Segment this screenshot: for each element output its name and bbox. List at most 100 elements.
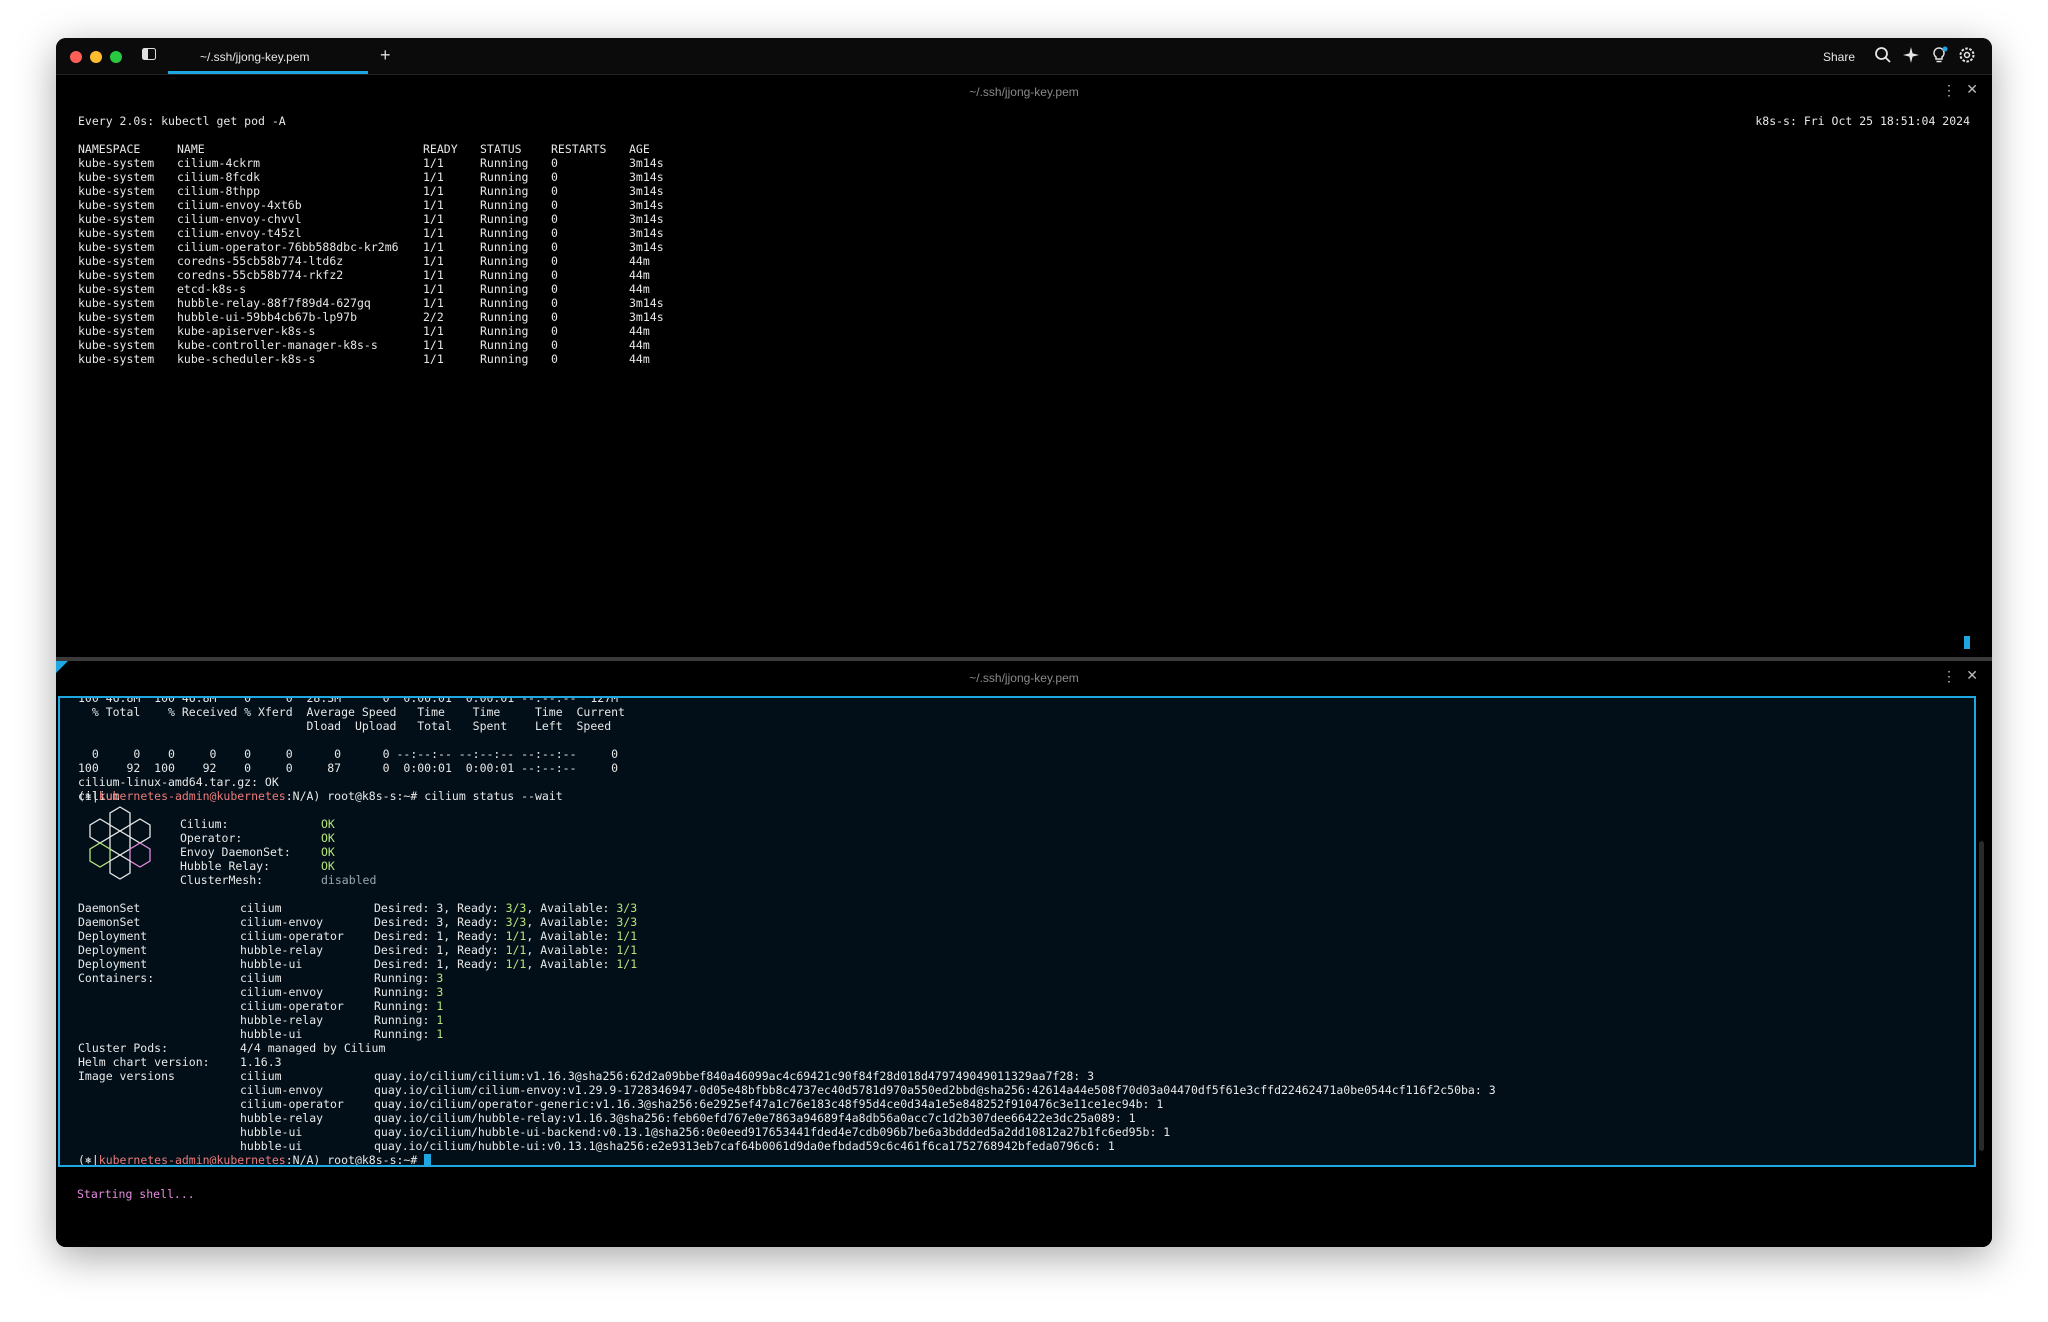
search-icon[interactable] [1874, 46, 1892, 64]
status-row: Operator: OK [180, 831, 376, 845]
new-tab-button[interactable]: + [380, 45, 391, 66]
lightbulb-icon[interactable] [1930, 46, 1948, 64]
pod-cell: 3m14s [629, 226, 664, 240]
image-name: cilium [240, 1069, 282, 1083]
workload-ready: 1/1 [505, 957, 527, 971]
curl-line: % Total % Received % Xferd Average Speed… [78, 705, 625, 719]
share-button[interactable]: Share [1823, 50, 1855, 64]
pod-row: kube-system cilium-8fcdk 1/1 Running 0 3m14s [78, 170, 689, 184]
image-name: hubble-ui [240, 1139, 303, 1153]
container-running-label: Running: [374, 971, 437, 985]
close-icon[interactable]: ✕ [1966, 81, 1978, 98]
command-output-block[interactable]: 100 46.8M 100 46.8M 0 0 28.3M 0 0:00:01 … [58, 696, 1976, 1167]
container-running-label: Running: [374, 1013, 437, 1027]
settings-icon[interactable] [1958, 46, 1976, 64]
minimize-window-button[interactable] [90, 51, 102, 63]
status-label: Operator: [180, 831, 243, 845]
active-tab-indicator [168, 71, 368, 74]
container-row: Containers: cilium Running: 3 [78, 971, 443, 985]
curl-line: 0 0 0 0 0 0 0 0 --:--:-- --:--:-- --:--:… [78, 747, 619, 761]
close-window-button[interactable] [70, 51, 82, 63]
pod-table: NAMESPACE NAME READY STATUS RESTARTS AGE… [78, 142, 689, 366]
workload-name: hubble-ui [240, 957, 303, 971]
pod-cell: Running [480, 198, 529, 212]
zoom-window-button[interactable] [110, 51, 122, 63]
pod-table-header: NAMESPACE NAME READY STATUS RESTARTS AGE [78, 142, 689, 156]
pod-cell: 0 [551, 268, 558, 282]
sparkle-icon[interactable] [1902, 46, 1920, 64]
final-prompt-line[interactable]: (⎈|kubernetes-admin@kubernetes:N/A) root… [78, 1153, 432, 1167]
text-cursor [424, 1154, 432, 1165]
status-label: Hubble Relay: [180, 859, 271, 873]
command-text: cilium status --wait [424, 789, 563, 803]
pod-cell: 44m [629, 324, 650, 338]
pod-cell: 0 [551, 338, 558, 352]
status-row: ClusterMesh: disabled [180, 873, 376, 887]
pod-cell: 3m14s [629, 184, 664, 198]
pod-cell: coredns-55cb58b774-rkfz2 [177, 268, 344, 282]
workload-ready-label: , Ready: [443, 929, 506, 943]
pod-cell: 44m [629, 268, 650, 282]
tab-ssh-key[interactable]: ~/.ssh/jjong-key.pem [168, 38, 368, 74]
helm-version-line: Helm chart version: 1.16.3 [78, 1055, 282, 1069]
image-row: hubble-ui quay.io/cilium/hubble-ui:v0.13.… [78, 1139, 1496, 1153]
sidebar-icon[interactable] [142, 48, 158, 62]
container-row: cilium-envoy Running: 3 [78, 985, 443, 999]
pod-cell: 44m [629, 338, 650, 352]
pod-cell: kube-system [78, 212, 155, 226]
workload-ready: 3/3 [505, 915, 527, 929]
scrollbar[interactable] [1979, 841, 1984, 1151]
prompt-suffix: :N/A) root@k8s-s:~# [285, 1153, 425, 1167]
workload-available-label: , Available: [526, 957, 617, 971]
pod-cell: Running [480, 240, 529, 254]
pod-row: kube-system cilium-operator-76bb588dbc-kr… [78, 240, 689, 254]
close-icon[interactable]: ✕ [1966, 667, 1978, 684]
workload-ready-label: , Ready: [443, 915, 506, 929]
pod-cell: kube-system [78, 268, 155, 282]
pod-cell: Running [480, 324, 529, 338]
pod-cell: Running [480, 254, 529, 268]
pod-cell: 1/1 [423, 268, 444, 282]
pod-cell: kube-apiserver-k8s-s [177, 324, 316, 338]
pod-cell: etcd-k8s-s [177, 282, 247, 296]
pod-cell: 3m14s [629, 310, 664, 324]
watch-header: Every 2.0s: kubectl get pod -A [78, 114, 286, 128]
status-value: OK [321, 831, 335, 845]
pod-cell: 0 [551, 226, 558, 240]
pod-cell: 2/2 [423, 310, 444, 324]
pod-cell: 44m [629, 352, 650, 366]
pod-cell: 1/1 [423, 226, 444, 240]
cilium-status-list: Cilium: OK Operator: OK Envoy DaemonSet: OK Hu… [180, 817, 376, 887]
workload-row: DaemonSet cilium Desired: 3, Ready: 3/3, A… [78, 901, 637, 915]
pod-row: kube-system cilium-envoy-4xt6b 1/1 Running 0… [78, 198, 689, 212]
pod-cell: cilium-8fcdk [177, 170, 261, 184]
pod-row: kube-system coredns-55cb58b774-rkfz2 1/1 Ru… [78, 268, 689, 282]
image-row: cilium-operator quay.io/cilium/operator-g… [78, 1097, 1496, 1111]
more-icon[interactable]: ⋮ [1942, 82, 1956, 99]
pod-cell: Running [480, 282, 529, 296]
status-row: Hubble Relay: OK [180, 859, 376, 873]
more-icon[interactable]: ⋮ [1942, 668, 1956, 685]
pod-row: kube-system etcd-k8s-s 1/1 Running 0 44m [78, 282, 689, 296]
pod-cell: Running [480, 184, 529, 198]
terminal-window: ~/.ssh/jjong-key.pem + Share ~/.ssh/jjon… [56, 38, 1992, 1247]
image-name: hubble-relay [240, 1111, 324, 1125]
watch-host-time: k8s-s: Fri Oct 25 18:51:04 2024 [1755, 114, 1970, 128]
image-row: cilium-envoy quay.io/cilium/cilium-envoy:… [78, 1083, 1496, 1097]
workload-row: Deployment hubble-ui Desired: 1, Ready: 1/… [78, 957, 637, 971]
pod-cell: 1/1 [423, 324, 444, 338]
pod-cell: hubble-relay-88f7f89d4-627gq [177, 296, 371, 310]
status-row: Envoy DaemonSet: OK [180, 845, 376, 859]
pod-row: kube-system coredns-55cb58b774-ltd6z 1/1 Ru… [78, 254, 689, 268]
pod-cell: 1/1 [423, 212, 444, 226]
status-value: disabled [321, 873, 377, 887]
workload-available: 1/1 [616, 957, 638, 971]
starting-shell-text: Starting shell... [77, 1187, 195, 1201]
workload-desired-label: Desired: [374, 929, 437, 943]
container-row: hubble-relay Running: 1 [78, 1013, 443, 1027]
pod-cell: kube-system [78, 254, 155, 268]
containers-list: Containers: cilium Running: 3 cilium-envoy R… [78, 971, 443, 1041]
pod-cell: kube-system [78, 240, 155, 254]
col-namespace: NAMESPACE [78, 142, 141, 156]
pod-cell: 3m14s [629, 296, 664, 310]
